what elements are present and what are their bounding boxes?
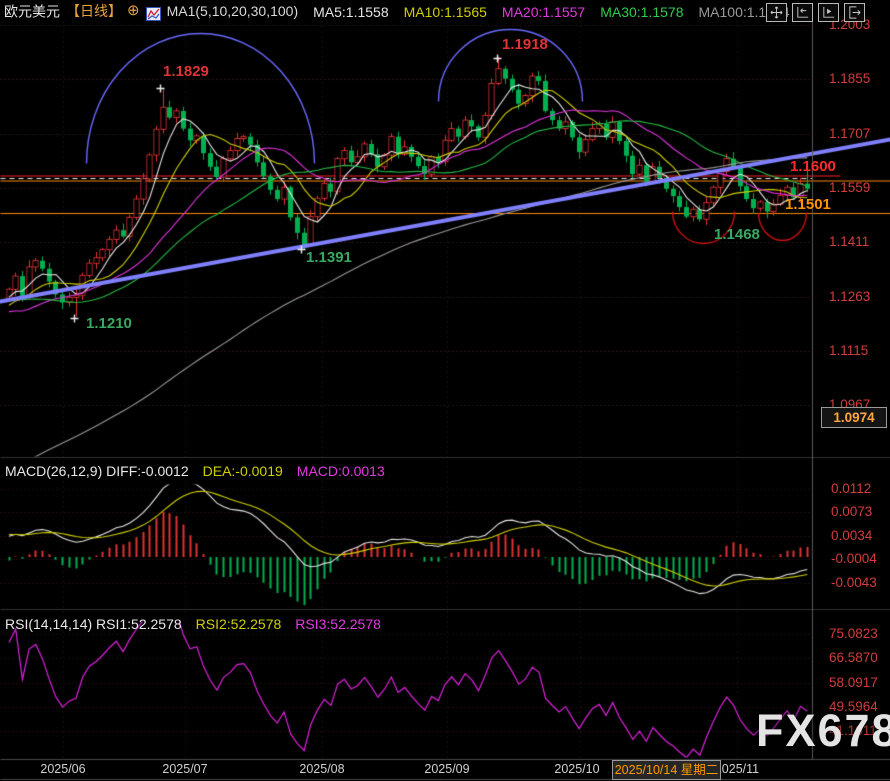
- price-axis-tick: 1.1559: [829, 180, 870, 195]
- rsi-axis-tick: 75.0823: [829, 626, 878, 641]
- price-axis-tick: 1.1707: [829, 126, 870, 141]
- symbol-name: 欧元美元: [4, 3, 60, 19]
- date-axis-label: 2025/08: [292, 762, 352, 776]
- date-axis-label: 2025/06: [33, 762, 93, 776]
- ma-value-label: MA5:1.1558: [313, 4, 389, 20]
- chart-header: 欧元美元【日线】⊕MA1(5,10,20,30,100)MA5:1.1558MA…: [4, 0, 790, 20]
- move-crosshair-icon[interactable]: [766, 3, 787, 22]
- date-axis-label: 2025/09: [417, 762, 477, 776]
- rsi-axis-tick: 58.0917: [829, 675, 878, 690]
- date-axis-label: 2025/07: [155, 762, 215, 776]
- chart-app: 欧元美元【日线】⊕MA1(5,10,20,30,100)MA5:1.1558MA…: [0, 0, 890, 781]
- chart-toolbar: [766, 3, 865, 22]
- price-annotation: 1.1210: [86, 315, 132, 332]
- rsi3-label: RSI3:52.2578: [295, 616, 381, 632]
- exit-chart-icon[interactable]: [844, 3, 865, 22]
- ma-value-label: MA30:1.1578: [600, 4, 683, 20]
- rsi1-label: RSI(14,14,14) RSI1:52.2578: [5, 616, 182, 632]
- rsi-header: RSI(14,14,14) RSI1:52.2578 RSI2:52.2578 RS…: [5, 616, 381, 632]
- price-annotation: 1.1918: [502, 36, 548, 53]
- lowest-price-box: 1.0974: [821, 407, 887, 428]
- mini-chart-icon[interactable]: [146, 6, 161, 20]
- timeframe-label[interactable]: 【日线】: [66, 3, 122, 19]
- price-axis-tick: 1.1855: [829, 71, 870, 86]
- price-annotation: 1.1391: [306, 249, 352, 266]
- ma-settings-label: MA1(5,10,20,30,100): [167, 3, 299, 19]
- price-annotation: 1.1468: [714, 226, 760, 243]
- date-axis-label: 2025/10: [547, 762, 607, 776]
- macd-axis-tick: 0.0034: [831, 528, 872, 543]
- price-annotation: 1.1829: [163, 63, 209, 80]
- rsi2-label: RSI2:52.2578: [196, 616, 282, 632]
- rsi-axis-tick: 66.5870: [829, 650, 878, 665]
- macd-macd-label: MACD:0.0013: [297, 463, 385, 479]
- macd-header: MACD(26,12,9) DIFF:-0.0012 DEA:-0.0019 MAC…: [5, 463, 385, 479]
- price-axis-tick: 1.1263: [829, 289, 870, 304]
- macd-axis-tick: 0.0112: [831, 481, 871, 496]
- macd-diff-label: MACD(26,12,9) DIFF:-0.0012: [5, 463, 189, 479]
- level-line-label: 1.1501: [785, 196, 831, 213]
- macd-axis-tick: -0.0004: [831, 551, 877, 566]
- ma-values: MA5:1.1558 MA10:1.1565 MA20:1.1557 MA30:1.1…: [298, 3, 789, 19]
- macd-axis-tick: 0.0073: [831, 504, 872, 519]
- macd-axis-tick: -0.0043: [831, 575, 877, 590]
- price-axis-tick: 1.1115: [829, 343, 868, 358]
- macd-dea-label: DEA:-0.0019: [203, 463, 283, 479]
- level-line-label: 1.1600: [790, 158, 836, 175]
- ma-value-label: MA10:1.1565: [404, 4, 487, 20]
- price-axis-tick: 1.1411: [829, 234, 869, 249]
- crosshair-date-box: 2025/10/14 星期二: [612, 760, 721, 780]
- watermark: FX678: [756, 705, 890, 757]
- add-indicator-icon[interactable]: ⊕: [127, 2, 140, 19]
- main-chart-canvas[interactable]: [0, 0, 890, 781]
- expand-x-axis-icon[interactable]: [818, 3, 839, 22]
- compress-x-axis-icon[interactable]: [792, 3, 813, 22]
- ma-value-label: MA20:1.1557: [502, 4, 585, 20]
